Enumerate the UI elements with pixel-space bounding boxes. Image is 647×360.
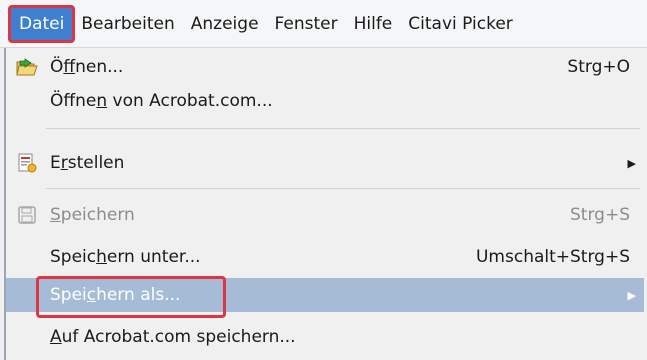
menu-separator — [46, 128, 640, 129]
label-post: hern als... — [96, 285, 181, 305]
label-pre: Ö — [50, 57, 64, 77]
menu-item-oeffnen-acrobat[interactable]: Öffnen von Acrobat.com... — [6, 84, 644, 118]
label-post: fnen... — [75, 57, 124, 77]
shortcut-speichern-unter: Umschalt+Strg+S — [475, 247, 630, 267]
label-pre: E — [50, 153, 61, 173]
mnemonic: S — [50, 205, 61, 225]
label-pre: Öffne — [50, 91, 97, 111]
label-post: von Acrobat.com... — [107, 91, 273, 111]
menu-citavi-picker[interactable]: Citavi Picker — [400, 7, 521, 41]
mnemonic: h — [96, 247, 107, 267]
menu-separator — [46, 188, 640, 189]
submenu-arrow-icon: ▶ — [627, 156, 636, 170]
label-pre: Spei — [50, 285, 87, 305]
menu-item-oeffnen[interactable]: Öffnen... Strg+O — [6, 50, 644, 84]
label-pre: Speic — [50, 247, 97, 267]
label-post: ern unter... — [106, 247, 201, 267]
menu-bearbeiten[interactable]: Bearbeiten — [73, 7, 182, 41]
menu-item-speichern-als[interactable]: Speichern als... ▶ — [6, 278, 644, 312]
folder-open-icon — [16, 56, 38, 78]
mnemonic: c — [86, 285, 97, 305]
label-post: stellen — [67, 153, 125, 173]
floppy-disk-icon — [16, 204, 38, 226]
label-post: uf Acrobat.com speichern... — [61, 327, 296, 347]
mnemonic: A — [50, 327, 62, 347]
mnemonic: n — [96, 91, 108, 111]
mnemonic: r — [60, 153, 68, 173]
menu-item-speichern: Speichern Strg+S — [6, 198, 644, 232]
menu-item-erstellen[interactable]: Erstellen ▶ — [6, 146, 644, 180]
label-post: peichern — [60, 205, 135, 225]
menu-fenster[interactable]: Fenster — [267, 7, 346, 41]
shortcut-speichern: Strg+S — [570, 205, 630, 225]
menu-datei[interactable]: Datei — [7, 4, 76, 43]
submenu-arrow-icon: ▶ — [627, 288, 636, 302]
mnemonic: f — [63, 57, 76, 77]
create-pdf-icon — [16, 152, 38, 174]
menu-hilfe[interactable]: Hilfe — [346, 7, 401, 41]
menu-bar: Datei Bearbeiten Anzeige Fenster Hilfe C… — [0, 0, 647, 48]
menu-anzeige[interactable]: Anzeige — [183, 7, 267, 41]
datei-dropdown-menu: Öffnen... Strg+O Öffnen von Acrobat.com.… — [4, 48, 644, 360]
menu-item-auf-acrobat-speichern[interactable]: Auf Acrobat.com speichern... — [6, 320, 644, 354]
menu-item-speichern-unter[interactable]: Speichern unter... Umschalt+Strg+S — [6, 240, 644, 274]
shortcut-oeffnen: Strg+O — [567, 57, 630, 77]
